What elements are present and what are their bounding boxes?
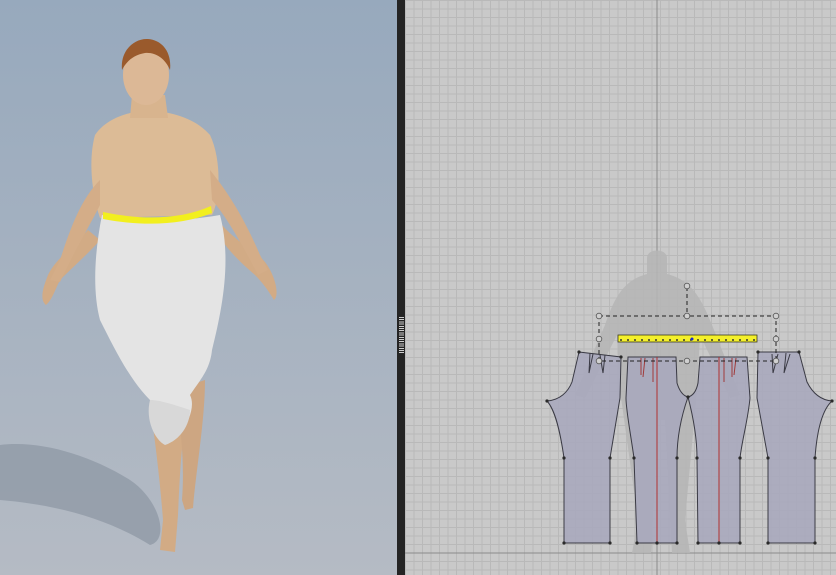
panel-splitter[interactable] xyxy=(397,0,405,575)
selected-waistband-piece[interactable] xyxy=(617,334,758,343)
avatar-scene xyxy=(0,38,277,552)
rotate-handle[interactable] xyxy=(683,282,691,290)
pattern-canvas xyxy=(405,0,836,575)
3d-viewport[interactable] xyxy=(0,0,397,575)
splitter-grip-handle[interactable] xyxy=(399,317,404,353)
pattern-piece-back-right[interactable] xyxy=(756,351,834,544)
pattern-piece-back-left[interactable] xyxy=(545,351,622,544)
2d-pattern-viewport[interactable] xyxy=(405,0,836,575)
avatar-shadow xyxy=(0,444,161,545)
